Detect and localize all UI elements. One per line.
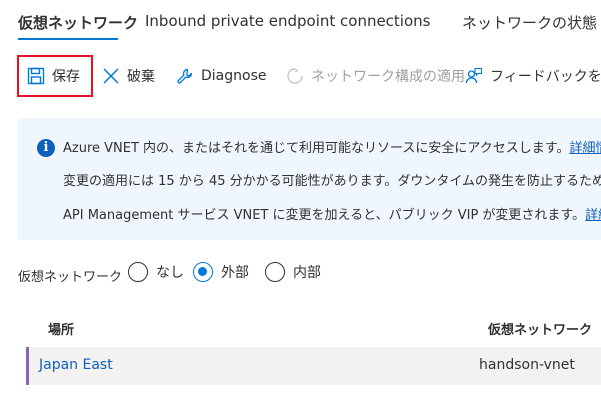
active-tab-indicator: [18, 38, 118, 40]
feedback-button[interactable]: フィードバックをお送: [464, 56, 601, 96]
learn-more-link-1[interactable]: 詳細情報: [569, 141, 601, 156]
save-button-highlight: [17, 55, 93, 97]
close-icon: [101, 66, 121, 86]
row-location[interactable]: Japan East: [39, 357, 113, 373]
wrench-icon: [175, 66, 195, 86]
column-header-vnet: 仮想ネットワーク: [488, 323, 593, 338]
row-selection-marker: [26, 347, 29, 385]
row-vnet: handson-vnet: [479, 357, 575, 373]
info-line-3: API Management サービス VNET に変更を加えると、パブリック …: [63, 204, 601, 223]
radio-button-internal[interactable]: [265, 262, 285, 282]
table-header: 場所 仮想ネットワーク: [18, 314, 601, 342]
tab-bar: 仮想ネットワーク Inbound private endpoint connec…: [0, 0, 601, 44]
radio-button-none[interactable]: [128, 262, 148, 282]
feedback-label: フィードバックをお送: [490, 69, 601, 85]
radio-button-external[interactable]: [193, 262, 213, 282]
apply-network-config-button[interactable]: ネットワーク構成の適用: [285, 56, 465, 96]
radio-option-none[interactable]: なし: [128, 260, 184, 284]
tab-inbound-private-endpoint-connections[interactable]: Inbound private endpoint connections: [145, 12, 430, 30]
diagnose-button[interactable]: Diagnose: [175, 56, 266, 96]
diagnose-label: Diagnose: [201, 68, 267, 84]
radio-option-external[interactable]: 外部: [193, 260, 249, 284]
column-header-location: 場所: [48, 323, 75, 338]
tab-network-status[interactable]: ネットワークの状態: [462, 12, 597, 33]
table-row[interactable]: Japan East handson-vnet: [26, 347, 601, 385]
discard-label: 破棄: [127, 69, 155, 85]
info-banner: i Azure VNET 内の、またはそれを通じて利用可能なリソースに安全にアク…: [18, 118, 601, 240]
vnet-type-radio-group: 仮想ネットワーク なし 外部 内部: [18, 258, 601, 288]
refresh-icon: [285, 66, 305, 86]
vnet-type-label: 仮想ネットワーク: [18, 270, 123, 285]
info-line-2: 変更の適用には 15 から 45 分かかる可能性があります。ダウンタイムの発生を…: [63, 174, 601, 189]
learn-more-link-2[interactable]: 詳細情報: [585, 208, 601, 223]
apply-network-config-label: ネットワーク構成の適用: [311, 69, 465, 85]
tab-virtual-network[interactable]: 仮想ネットワーク: [18, 12, 138, 33]
radio-option-internal[interactable]: 内部: [265, 260, 321, 284]
info-icon: i: [37, 139, 55, 157]
discard-button[interactable]: 破棄: [101, 56, 155, 96]
feedback-person-icon: [464, 66, 484, 86]
info-line-1: Azure VNET 内の、またはそれを通じて利用可能なリソースに安全にアクセス…: [63, 137, 601, 156]
